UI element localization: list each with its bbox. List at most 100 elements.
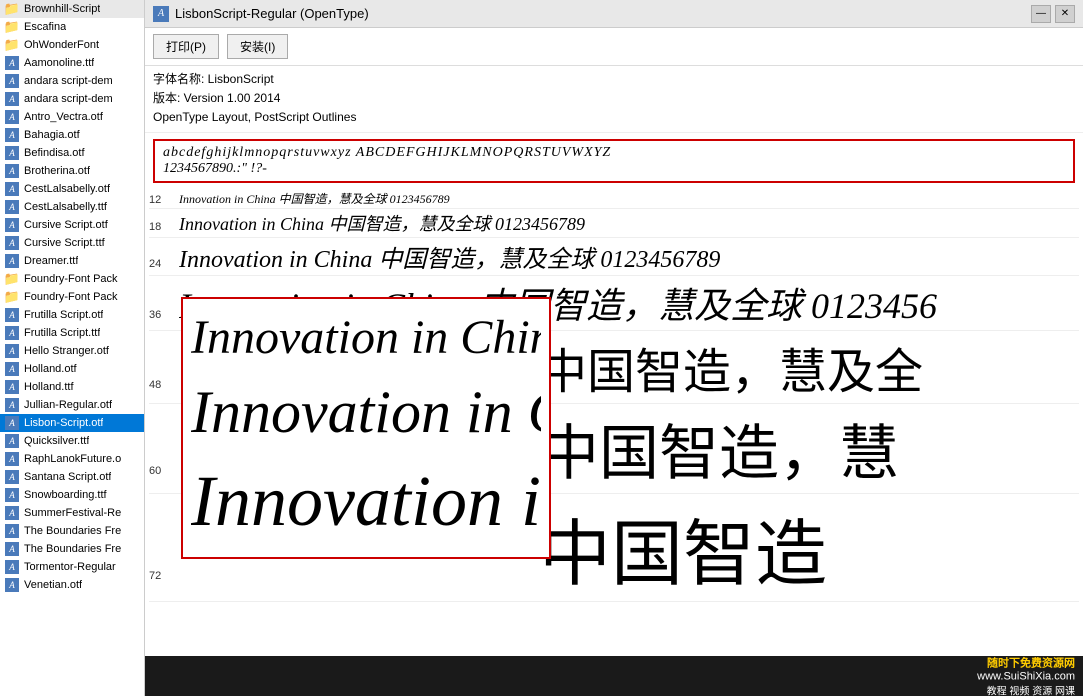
font-file-icon: A — [4, 505, 20, 521]
file-list-item[interactable]: ABrotherina.otf — [0, 162, 144, 180]
file-list-item[interactable]: A Cursive Script.otf — [0, 216, 144, 234]
font-file-icon: A — [4, 217, 20, 233]
file-list-item[interactable]: A Jullian-Regular.otf — [0, 396, 144, 414]
file-list-item[interactable]: 📁Brownhill-Script — [0, 0, 144, 18]
alphabet-preview-box: abcdefghijklmnopqrstuvwxyz ABCDEFGHIJKLM… — [153, 139, 1075, 183]
file-list-item[interactable]: Aandara script-dem — [0, 90, 144, 108]
font-file-icon: A — [4, 433, 20, 449]
preview-text: Innovation in China 中国智造，慧及全球 0123456789 — [179, 210, 585, 236]
font-file-icon: A — [4, 307, 20, 323]
file-list-item[interactable]: ATormentor-Regular — [0, 558, 144, 576]
file-name-label: Befindisa.otf — [24, 147, 85, 159]
file-name-label: Cursive Script.otf — [24, 219, 108, 231]
file-list-item[interactable]: ABahagia.otf — [0, 126, 144, 144]
file-list-item[interactable]: A SummerFestival-Re — [0, 504, 144, 522]
file-name-label: Brotherina.otf — [24, 165, 90, 177]
file-name-label: SummerFestival-Re — [24, 507, 121, 519]
font-file-icon: A — [4, 235, 20, 251]
file-list-item[interactable]: A Santana Script.otf — [0, 468, 144, 486]
size-label: 36 — [149, 309, 179, 321]
size-label: 60 — [149, 465, 179, 477]
title-bar-controls[interactable]: — ✕ — [1031, 5, 1075, 23]
file-list-item[interactable]: AHello Stranger.otf — [0, 342, 144, 360]
file-name-label: Frutilla Script.otf — [24, 309, 103, 321]
font-file-icon: A — [4, 397, 20, 413]
file-list-item[interactable]: AQuicksilver.ttf — [0, 432, 144, 450]
file-list-item[interactable]: 📁 OhWonderFont — [0, 36, 144, 54]
file-list-item[interactable]: 📁Escafina — [0, 18, 144, 36]
file-list-item[interactable]: A The Boundaries Fre — [0, 522, 144, 540]
size-preview-area: 12Innovation in China 中国智造，慧及全球 01234567… — [145, 189, 1083, 656]
file-list-item[interactable]: ACestLalsabelly.ttf — [0, 198, 144, 216]
font-file-icon: A — [4, 469, 20, 485]
file-list-item[interactable]: ADreamer.ttf — [0, 252, 144, 270]
file-name-label: Foundry-Font Pack — [24, 273, 118, 285]
file-list-item[interactable]: ACestLalsabelly.otf — [0, 180, 144, 198]
watermark-line1: 随时下免费资源网 — [977, 655, 1075, 671]
file-name-label: Holland.ttf — [24, 381, 74, 393]
font-file-icon: A — [4, 325, 20, 341]
close-button[interactable]: ✕ — [1055, 5, 1075, 23]
title-bar-left: A LisbonScript-Regular (OpenType) — [153, 6, 369, 22]
minimize-button[interactable]: — — [1031, 5, 1051, 23]
alphabet-preview-line1: abcdefghijklmnopqrstuvwxyz ABCDEFGHIJKLM… — [163, 145, 1065, 161]
file-name-label: Venetian.otf — [24, 579, 82, 591]
font-type-line: OpenType Layout, PostScript Outlines — [153, 108, 1075, 127]
file-list-item[interactable]: ABefindisa.otf — [0, 144, 144, 162]
file-name-label: Santana Script.otf — [24, 471, 111, 483]
folder-icon: 📁 — [4, 37, 20, 53]
folder-icon: 📁 — [4, 289, 20, 305]
zh-preview-text: 中国智造，慧及全 — [539, 332, 923, 402]
install-button[interactable]: 安装(I) — [227, 34, 288, 59]
file-list-item[interactable]: ARaphLanokFuture.o — [0, 450, 144, 468]
file-list-item[interactable]: ASnowboarding.ttf — [0, 486, 144, 504]
file-name-label: Hello Stranger.otf — [24, 345, 109, 357]
file-name-label: RaphLanokFuture.o — [24, 453, 121, 465]
font-file-icon: A — [4, 91, 20, 107]
font-file-icon: A — [4, 541, 20, 557]
file-name-label: Brownhill-Script — [24, 3, 100, 15]
font-file-icon: A — [4, 523, 20, 539]
file-list-item[interactable]: AVenetian.otf — [0, 576, 144, 594]
font-file-icon: A — [4, 127, 20, 143]
file-name-label: The Boundaries Fre — [24, 543, 121, 555]
font-info: 字体名称: LisbonScript 版本: Version 1.00 2014… — [145, 66, 1083, 133]
file-list-item[interactable]: ACursive Script.ttf — [0, 234, 144, 252]
file-list-item[interactable]: AFrutilla Script.ttf — [0, 324, 144, 342]
font-version-line: 版本: Version 1.00 2014 — [153, 89, 1075, 108]
file-list-item[interactable]: AAamonoline.ttf — [0, 54, 144, 72]
alphabet-preview-line2: 1234567890.:" !?- — [163, 161, 1065, 177]
print-button[interactable]: 打印(P) — [153, 34, 219, 59]
size-label: 48 — [149, 379, 179, 391]
large-preview-script-row: Innovation in China — [191, 453, 541, 551]
file-name-label: Foundry-Font Pack — [24, 291, 118, 303]
font-file-icon: A — [4, 55, 20, 71]
font-file-icon: A — [4, 73, 20, 89]
file-list-item[interactable]: Aandara script-dem — [0, 72, 144, 90]
file-list-item[interactable]: 📁 Foundry-Font Pack — [0, 288, 144, 306]
file-name-label: Antro_Vectra.otf — [24, 111, 103, 123]
font-file-icon: A — [4, 379, 20, 395]
file-name-label: The Boundaries Fre — [24, 525, 121, 537]
size-preview-row: 12Innovation in China 中国智造，慧及全球 01234567… — [149, 189, 1079, 209]
file-list-item[interactable]: A Holland.ttf — [0, 378, 144, 396]
file-list-item[interactable]: ALisbon-Script.otf — [0, 414, 144, 432]
file-list-item[interactable]: A Frutilla Script.otf — [0, 306, 144, 324]
file-name-label: CestLalsabelly.ttf — [24, 201, 107, 213]
file-name-label: andara script-dem — [24, 93, 113, 105]
font-file-icon: A — [4, 109, 20, 125]
font-file-icon: A — [4, 559, 20, 575]
font-file-icon: A — [4, 487, 20, 503]
file-name-label: Jullian-Regular.otf — [24, 399, 112, 411]
file-list-item[interactable]: AHolland.otf — [0, 360, 144, 378]
file-name-label: OhWonderFont — [24, 39, 99, 51]
size-label: 24 — [149, 258, 179, 270]
font-file-icon: A — [4, 361, 20, 377]
file-list-item[interactable]: A The Boundaries Fre — [0, 540, 144, 558]
file-list-item[interactable]: 📁Foundry-Font Pack — [0, 270, 144, 288]
file-name-label: Escafina — [24, 21, 66, 33]
file-list[interactable]: 📁Brownhill-Script📁Escafina📁OhWonderFontA… — [0, 0, 145, 696]
file-list-item[interactable]: A Antro_Vectra.otf — [0, 108, 144, 126]
font-name-line: 字体名称: LisbonScript — [153, 70, 1075, 89]
status-bar: 随时下免费资源网 www.SuiShiXia.com 教程 视频 资源 网课 — [145, 656, 1083, 696]
